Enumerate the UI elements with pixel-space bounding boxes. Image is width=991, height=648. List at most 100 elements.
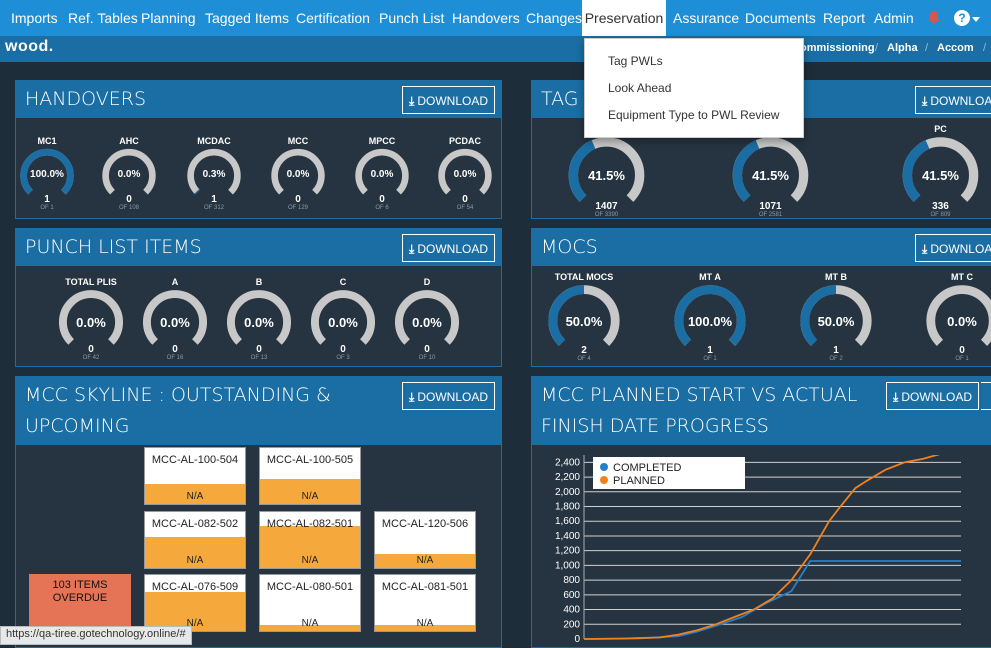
gauge-count: 0 (126, 193, 132, 205)
gauge-count: 0 (424, 343, 430, 355)
gauge[interactable]: MT A 100.0% 1 OF 1 (670, 272, 750, 362)
skyline-card[interactable]: MCC-AL-076-509 N/A (144, 574, 246, 632)
gauge-label: PC (934, 124, 947, 134)
gauge-percent: 0.0% (328, 315, 358, 331)
chevron-down-icon[interactable] (972, 17, 980, 22)
gauge-count: 0 (172, 343, 178, 355)
gauge[interactable]: PC 41.5% 336 OF 809 (898, 124, 983, 218)
gauge-count: 1 (707, 344, 713, 356)
skyline-card[interactable]: MCC-AL-081-501 N/A (374, 574, 476, 632)
menu-item-tag-pwls[interactable]: Tag PWLs (608, 54, 663, 68)
gauge-percent: 0.0% (76, 315, 106, 331)
y-tick-label: 0 (574, 634, 580, 643)
gauge-count: 1 (833, 344, 839, 356)
gauge[interactable]: MPCC 0.0% 0 OF 6 (352, 136, 412, 216)
legend-marker (600, 463, 608, 471)
skyline-card[interactable]: MCC-AL-082-502 N/A (144, 511, 246, 569)
gauge-of-total: OF 108 (118, 204, 139, 211)
skyline-card-id: MCC-AL-100-505 (266, 454, 354, 466)
handovers-panel: HANDOVERS ⤓ DOWNLOAD MC1 100.0% 1 OF 1 AHC 0.0… (15, 80, 502, 219)
skyline-card[interactable]: MCC-AL-082-501 N/A (259, 511, 361, 569)
panel-title-line2: FINISH DATE PROGRESS (541, 415, 769, 437)
nav-item-changes[interactable]: Changes (526, 0, 582, 36)
skyline-card-id: MCC-AL-082-501 (266, 518, 354, 530)
download-icon: ⤓ (922, 242, 928, 256)
skyline-card[interactable]: MCC-AL-080-501 N/A (259, 574, 361, 632)
gauge[interactable]: A 0.0% 0 OF 16 (139, 277, 211, 361)
punch-list-panel: PUNCH LIST ITEMS ⤓ DOWNLOAD TOTAL PLIS 0.0… (15, 228, 502, 367)
gauge[interactable]: MCC 0.0% 0 OF 129 (268, 136, 328, 216)
skyline-card[interactable]: MCC-AL-100-505 N/A (259, 447, 361, 505)
gauge-of-total: OF 4 (577, 355, 591, 362)
download-button[interactable]: ⤓DOWNLOAD (915, 234, 991, 262)
nav-item-admin[interactable]: Admin (874, 0, 914, 36)
gauge-percent: 0.0% (370, 168, 394, 180)
gauge[interactable]: MT B 50.0% 1 OF 2 (796, 272, 876, 362)
gauge[interactable]: AHC 0.0% 0 OF 108 (99, 136, 159, 216)
panel-header: PUNCH LIST ITEMS ⤓ DOWNLOAD (16, 229, 501, 266)
gauge[interactable]: C 0.0% 0 OF 3 (307, 277, 379, 361)
skyline-card[interactable]: MCC-AL-100-504 N/A (144, 447, 246, 505)
y-tick-label: 1,600 (555, 516, 580, 527)
gauge[interactable]: MC1 100.0% 1 OF 1 (17, 136, 77, 216)
gauge[interactable]: MCDAC 0.3% 1 OF 312 (184, 136, 244, 216)
panel-title-line1: MCC PLANNED START VS ACTUAL (541, 384, 858, 406)
download-button[interactable]: ⤓DOWNLOAD (402, 86, 495, 114)
gauge-percent: 0.0% (286, 168, 310, 180)
bell-icon[interactable] (928, 10, 940, 24)
menu-item-look-ahead[interactable]: Look Ahead (608, 81, 671, 95)
download-icon: ⤓ (409, 94, 415, 108)
nav-item-assurance[interactable]: Assurance (673, 0, 739, 36)
top-nav: Imports Ref. Tables Planning Tagged Items Ce… (0, 0, 991, 36)
download-button[interactable]: ⤓DOWNLOAD (402, 382, 495, 410)
nav-item-planning[interactable]: Planning (141, 0, 196, 36)
breadcrumb-accom[interactable]: Accom (937, 42, 974, 54)
download-label: DOWNLOAD (901, 390, 972, 404)
nav-item-tagged-items[interactable]: Tagged Items (205, 0, 289, 36)
download-label: DOWNLOAD (417, 94, 488, 108)
gauge-of-total: OF 13 (250, 354, 268, 361)
gauge[interactable]: TOTAL MOCS 50.0% 2 OF 4 (544, 272, 624, 362)
skyline-card[interactable]: MCC-AL-120-506 N/A (374, 511, 476, 569)
nav-item-documents[interactable]: Documents (745, 0, 816, 36)
skyline-card-value: N/A (186, 555, 204, 566)
nav-item-preservation[interactable]: Preservation (582, 0, 666, 36)
gauge-of-total: OF 2581 (758, 211, 783, 218)
help-icon[interactable]: ? (954, 10, 970, 26)
nav-item-punch-list[interactable]: Punch List (379, 0, 444, 36)
skyline-card-id: MCC-AL-080-501 (266, 581, 354, 593)
options-button[interactable] (981, 382, 991, 410)
gauge[interactable]: B 0.0% 0 OF 13 (223, 277, 295, 361)
gauge-percent: 41.5% (752, 168, 789, 184)
gauge-of-total: OF 3390 (594, 211, 619, 218)
download-icon: ⤓ (922, 94, 928, 108)
gauge-label: PCDAC (448, 136, 481, 146)
menu-item-equipment-type-pwl-review[interactable]: Equipment Type to PWL Review (608, 108, 779, 122)
breadcrumb-commissioning[interactable]: ommissioning (800, 42, 875, 54)
nav-item-ref-tables[interactable]: Ref. Tables (68, 0, 138, 36)
gauge[interactable]: TOTAL PLIS 0.0% 0 OF 42 (55, 277, 127, 361)
gauge-count: 2 (581, 344, 587, 356)
gauge-percent: 50.0% (565, 313, 603, 329)
gauge-count: 0 (295, 193, 301, 205)
nav-item-imports[interactable]: Imports (11, 0, 58, 36)
download-icon: ⤓ (893, 390, 899, 404)
breadcrumb-alpha[interactable]: Alpha (887, 42, 918, 54)
download-button[interactable]: ⤓DOWNLOAD (915, 86, 991, 114)
wood-logo: wood. (5, 38, 54, 55)
gauge-label: D (423, 277, 431, 287)
nav-item-report[interactable]: Report (823, 0, 865, 36)
gauge-percent: 100.0% (687, 313, 733, 329)
legend-marker (600, 476, 608, 484)
gauge[interactable]: PCDAC 0.0% 0 OF 54 (435, 136, 495, 216)
gauge-count: 0 (959, 344, 965, 356)
download-button[interactable]: ⤓DOWNLOAD (402, 234, 495, 262)
gauge-percent: 41.5% (588, 168, 625, 184)
gauge-of-total: OF 1 (703, 355, 717, 362)
skyline-card-id: MCC-AL-081-501 (381, 581, 469, 593)
nav-item-certification[interactable]: Certification (296, 0, 370, 36)
gauge[interactable]: D 0.0% 0 OF 10 (391, 277, 463, 361)
gauge[interactable]: MT C 0.0% 0 OF 1 (922, 272, 991, 362)
download-button[interactable]: ⤓DOWNLOAD (886, 382, 979, 410)
nav-item-handovers[interactable]: Handovers (452, 0, 520, 36)
